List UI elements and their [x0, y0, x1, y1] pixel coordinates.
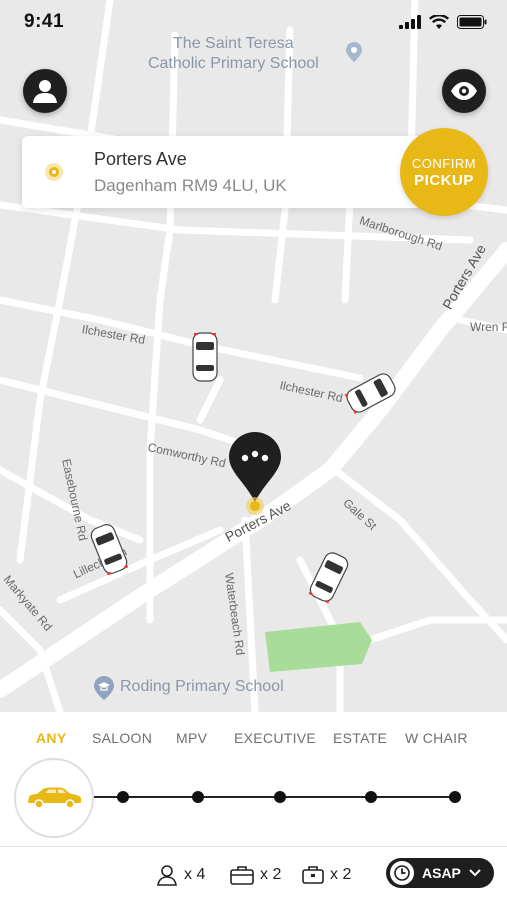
vehicle-tabs: ANY SALOON MPV EXECUTIVE ESTATE W CHAIR — [0, 730, 507, 752]
poi-roding-school[interactable]: Roding Primary School — [120, 678, 284, 696]
status-bar: 9:41 — [0, 0, 507, 44]
luggage-count-label: x 2 — [260, 866, 282, 883]
poi-name-line2: Catholic Primary School — [148, 55, 319, 72]
map-pin-icon[interactable] — [227, 430, 283, 515]
park-area — [265, 622, 372, 672]
map-streets — [0, 0, 507, 712]
pickup-address-card[interactable]: Porters Ave Dagenham RM9 4LU, UK — [22, 136, 422, 208]
location-dot-icon — [44, 162, 64, 187]
confirm-label: CONFIRM — [411, 155, 477, 171]
footer-divider — [0, 846, 507, 847]
road-label: Wren R — [470, 320, 507, 334]
pickup-street: Porters Ave — [94, 149, 187, 169]
tab-executive[interactable]: EXECUTIVE — [234, 730, 316, 746]
briefcase-icon — [302, 866, 324, 884]
vehicle-slider-thumb[interactable] — [14, 758, 94, 838]
tab-w-chair[interactable]: W CHAIR — [405, 730, 468, 746]
passenger-icon — [157, 865, 177, 886]
map-view[interactable]: The Saint Teresa Catholic Primary School… — [0, 0, 507, 712]
slider-stop[interactable] — [192, 791, 204, 803]
tab-saloon[interactable]: SALOON — [92, 730, 152, 746]
status-time: 9:41 — [24, 11, 65, 32]
tab-estate[interactable]: ESTATE — [333, 730, 387, 746]
pickup-time-label: ASAP — [422, 865, 461, 881]
slider-stop[interactable] — [274, 791, 286, 803]
wifi-icon — [429, 14, 449, 29]
profile-icon — [33, 80, 57, 103]
view-toggle-button[interactable] — [442, 69, 486, 113]
pickup-label: PICKUP — [414, 171, 474, 189]
signal-icon — [399, 15, 421, 29]
passenger-count[interactable]: x 4 — [156, 862, 205, 888]
suitcase-icon — [230, 866, 254, 885]
pickup-area: Dagenham RM9 4LU, UK — [94, 176, 287, 195]
car-icon — [28, 787, 81, 809]
profile-button[interactable] — [23, 69, 67, 113]
tab-any[interactable]: ANY — [36, 730, 66, 746]
hand-luggage-count-label: x 2 — [330, 866, 352, 883]
slider-stop[interactable] — [449, 791, 461, 803]
chevron-down-icon — [469, 869, 481, 877]
status-icons — [399, 14, 487, 30]
slider-stop[interactable] — [117, 791, 129, 803]
luggage-count[interactable]: x 2 — [230, 862, 281, 888]
battery-icon — [457, 15, 487, 29]
car-icon — [192, 332, 218, 382]
tab-mpv[interactable]: MPV — [176, 730, 207, 746]
clock-icon — [390, 861, 414, 885]
eye-icon — [451, 82, 477, 100]
confirm-pickup-button[interactable]: CONFIRM PICKUP — [400, 128, 488, 216]
passenger-count-label: x 4 — [184, 866, 206, 883]
hand-luggage-count[interactable]: x 2 — [302, 862, 351, 888]
pickup-time-button[interactable]: ASAP — [386, 858, 494, 888]
slider-stop[interactable] — [365, 791, 377, 803]
vehicle-panel: ANY SALOON MPV EXECUTIVE ESTATE W CHAIR … — [0, 712, 507, 900]
